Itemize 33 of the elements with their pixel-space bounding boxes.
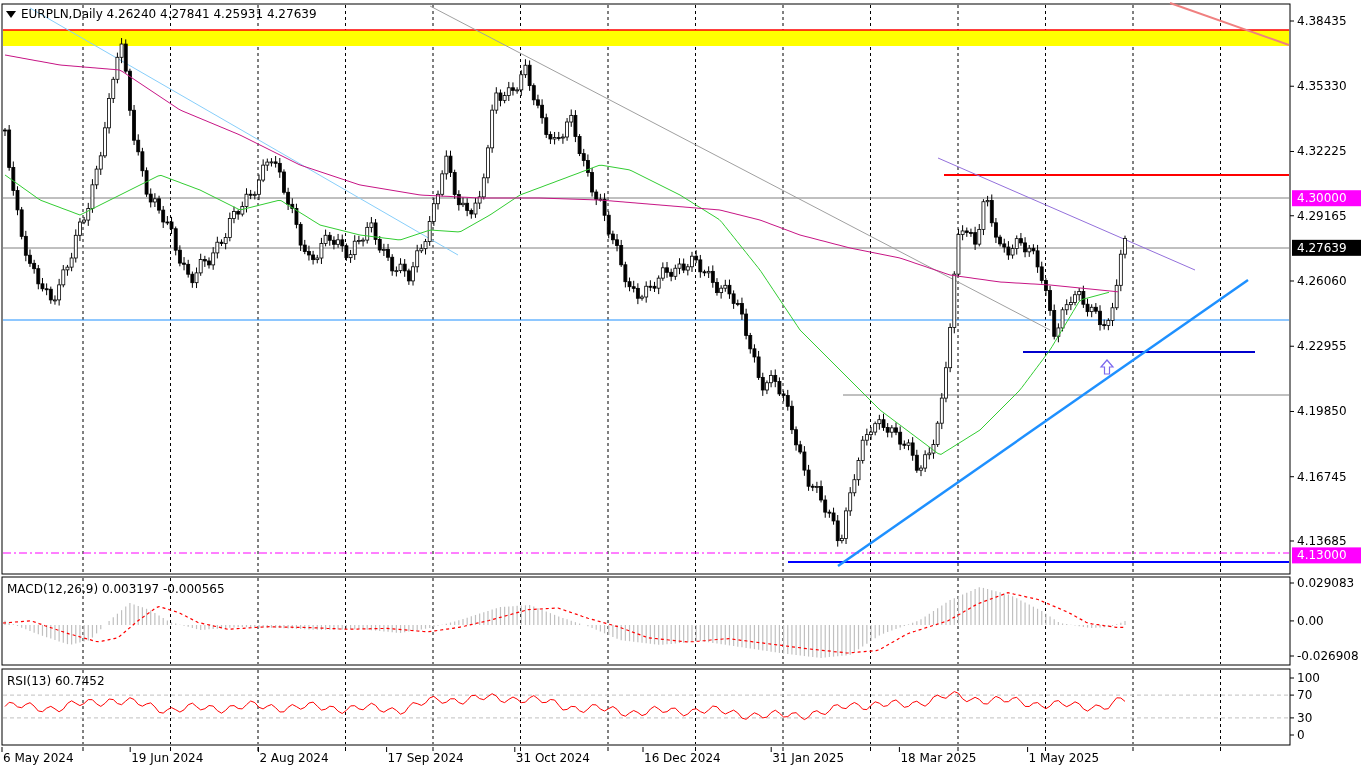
price-axis-label: 4.19850 <box>1297 404 1347 419</box>
price-axis-label: 4.29165 <box>1297 208 1347 223</box>
macd-label: MACD(12,26,9) 0.003197 -0.000565 <box>7 582 225 596</box>
date-axis-label: 31 Oct 2024 <box>515 751 590 765</box>
price-axis-label: 4.26060 <box>1297 274 1347 288</box>
date-axis-label: 1 May 2025 <box>1028 751 1100 765</box>
macd-axis-label: 0.00 <box>1297 613 1324 628</box>
price-axis-label: 4.13685 <box>1297 534 1347 548</box>
date-axis-label: 2 Aug 2024 <box>259 751 329 765</box>
date-axis-label: 19 Jun 2024 <box>131 751 204 765</box>
price-axis-label: 4.35330 <box>1297 79 1347 94</box>
date-axis-label: 6 May 2024 <box>3 751 74 765</box>
price-tag-label: 4.13000 <box>1297 548 1347 563</box>
price-axis-label: 4.32225 <box>1297 144 1347 159</box>
rsi-axis-label: 70 <box>1297 688 1313 703</box>
rsi-label: RSI(13) 60.7452 <box>7 674 105 688</box>
rsi-axis-label: 100 <box>1297 671 1320 685</box>
arrow-up-icon <box>1099 359 1115 375</box>
macd-axis-label: -0.026908 <box>1297 649 1359 663</box>
rsi-axis-label: 30 <box>1297 710 1313 725</box>
price-axis-label: 4.16745 <box>1297 469 1347 484</box>
chart-title: EURPLN,Daily 4.26240 4.27841 4.25931 4.27639 <box>21 7 317 21</box>
price-tag-label: 4.27639 <box>1297 240 1347 255</box>
price-axis-label: 4.38435 <box>1297 14 1347 28</box>
price-tag-label: 4.30000 <box>1297 191 1347 206</box>
date-axis-label: 17 Sep 2024 <box>387 751 464 765</box>
date-axis-label: 16 Dec 2024 <box>644 751 721 765</box>
dropdown-icon[interactable] <box>6 11 16 18</box>
rsi-axis-label: 0 <box>1297 728 1305 742</box>
date-axis-label: 18 Mar 2025 <box>900 751 977 765</box>
price-axis-label: 4.22955 <box>1297 339 1347 354</box>
macd-axis-label: 0.029083 <box>1297 576 1355 590</box>
date-axis-label: 31 Jan 2025 <box>772 751 845 765</box>
